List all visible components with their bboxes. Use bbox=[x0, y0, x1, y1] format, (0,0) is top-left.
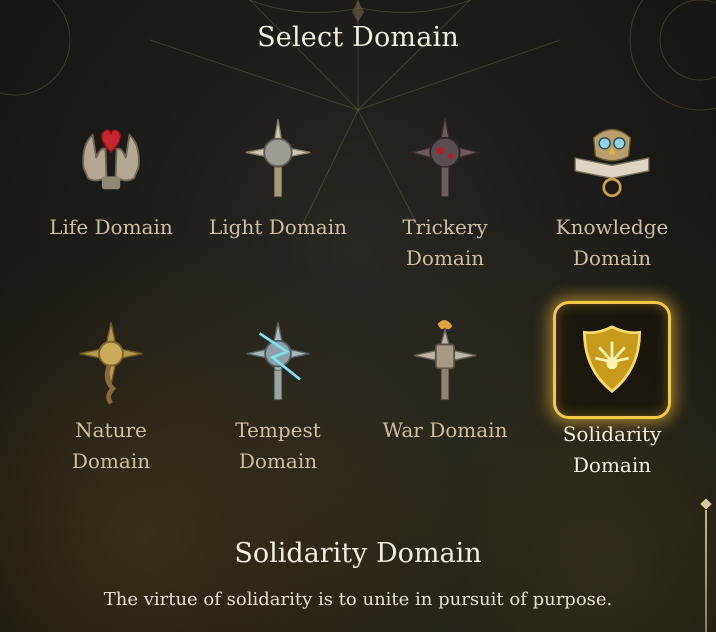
domain-option-light[interactable]: Light Domain bbox=[197, 110, 359, 243]
selection-frame bbox=[553, 301, 671, 419]
domain-option-knowledge[interactable]: Knowledge Domain bbox=[531, 110, 693, 274]
nature-domain-icon bbox=[79, 322, 143, 405]
domain-label: Solidarity Domain bbox=[562, 422, 662, 477]
domain-option-life[interactable]: Life Domain bbox=[30, 110, 192, 243]
solidarity-domain-icon bbox=[583, 325, 641, 394]
scroll-thumb[interactable] bbox=[700, 498, 712, 510]
scrollbar[interactable] bbox=[700, 498, 712, 632]
life-domain-icon bbox=[82, 129, 140, 190]
screen-title: Select Domain bbox=[257, 22, 459, 53]
domain-option-nature[interactable]: Nature Domain bbox=[30, 313, 192, 477]
light-domain-icon bbox=[245, 119, 311, 198]
domain-option-trickery[interactable]: Trickery Domain bbox=[364, 110, 526, 274]
domain-option-tempest[interactable]: Tempest Domain bbox=[197, 313, 359, 477]
war-domain-icon bbox=[413, 320, 477, 401]
domain-label: Nature Domain bbox=[71, 418, 151, 473]
domain-option-war[interactable]: War Domain bbox=[364, 313, 526, 446]
domain-label: Life Domain bbox=[49, 215, 173, 239]
domain-label: Trickery Domain bbox=[402, 215, 488, 270]
scroll-track bbox=[705, 510, 707, 632]
domain-label: Knowledge Domain bbox=[555, 215, 669, 270]
knowledge-domain-icon bbox=[574, 128, 650, 198]
domain-grid: Life Domain Light Domain Trickery Domain bbox=[25, 110, 675, 490]
domain-label: Light Domain bbox=[209, 215, 347, 239]
tempest-domain-icon bbox=[246, 322, 310, 401]
description-text: The virtue of solidarity is to unite in … bbox=[103, 589, 613, 610]
domain-label: War Domain bbox=[382, 418, 508, 442]
description-title: Solidarity Domain bbox=[234, 538, 482, 569]
domain-option-solidarity[interactable]: Solidarity Domain bbox=[531, 301, 693, 481]
domain-label: Tempest Domain bbox=[235, 418, 321, 473]
trickery-domain-icon bbox=[409, 117, 481, 198]
